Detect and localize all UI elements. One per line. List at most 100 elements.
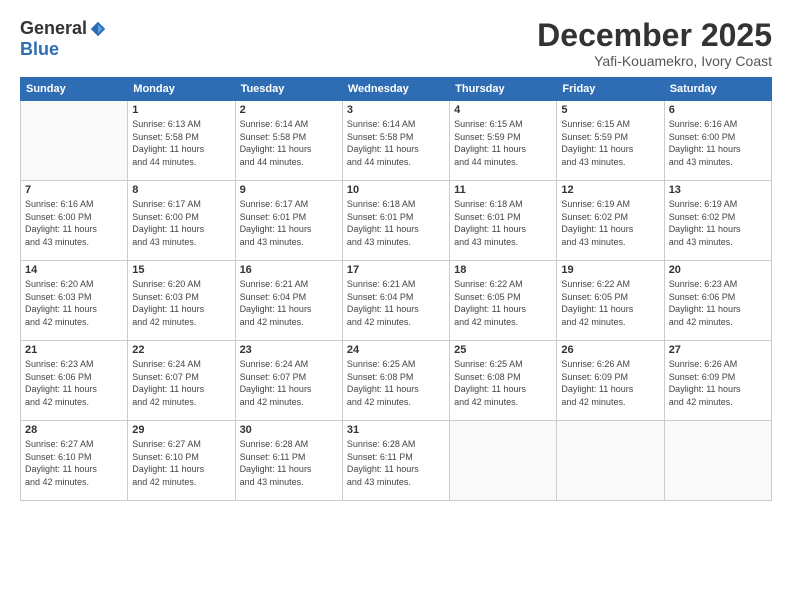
day-number: 19 (561, 264, 659, 276)
calendar-cell: 22 Sunrise: 6:24 AMSunset: 6:07 PMDayligh… (128, 341, 235, 421)
calendar-table: SundayMondayTuesdayWednesdayThursdayFrid… (20, 77, 772, 501)
calendar-cell: 28 Sunrise: 6:27 AMSunset: 6:10 PMDayligh… (21, 421, 128, 501)
day-info: Sunrise: 6:26 AMSunset: 6:09 PMDaylight:… (669, 358, 767, 408)
day-info: Sunrise: 6:25 AMSunset: 6:08 PMDaylight:… (454, 358, 552, 408)
title-block: December 2025 Yafi-Kouamekro, Ivory Coas… (537, 18, 772, 69)
day-number: 28 (25, 424, 123, 436)
day-number: 29 (132, 424, 230, 436)
logo-blue: Blue (20, 39, 59, 60)
day-info: Sunrise: 6:20 AMSunset: 6:03 PMDaylight:… (132, 278, 230, 328)
day-info: Sunrise: 6:22 AMSunset: 6:05 PMDaylight:… (454, 278, 552, 328)
calendar-cell: 5Sunrise: 6:15 AMSunset: 5:59 PMDaylight… (557, 101, 664, 181)
day-number: 3 (347, 104, 445, 116)
day-number: 8 (132, 184, 230, 196)
day-info: Sunrise: 6:27 AMSunset: 6:10 PMDaylight:… (25, 438, 123, 488)
day-info: Sunrise: 6:16 AMSunset: 6:00 PMDaylight:… (669, 118, 767, 168)
day-info: Sunrise: 6:16 AMSunset: 6:00 PMDaylight:… (25, 198, 123, 248)
calendar-week-row: 21 Sunrise: 6:23 AMSunset: 6:06 PMDayligh… (21, 341, 772, 421)
calendar-cell: 24 Sunrise: 6:25 AMSunset: 6:08 PMDayligh… (342, 341, 449, 421)
day-info: Sunrise: 6:23 AMSunset: 6:06 PMDaylight:… (669, 278, 767, 328)
day-info: Sunrise: 6:14 AMSunset: 5:58 PMDaylight:… (240, 118, 338, 168)
day-info: Sunrise: 6:23 AMSunset: 6:06 PMDaylight:… (25, 358, 123, 408)
calendar-cell: 10 Sunrise: 6:18 AMSunset: 6:01 PMDayligh… (342, 181, 449, 261)
calendar-cell: 12 Sunrise: 6:19 AMSunset: 6:02 PMDayligh… (557, 181, 664, 261)
day-info: Sunrise: 6:25 AMSunset: 6:08 PMDaylight:… (347, 358, 445, 408)
calendar-cell: 6 Sunrise: 6:16 AMSunset: 6:00 PMDaylight… (664, 101, 771, 181)
day-info: Sunrise: 6:19 AMSunset: 6:02 PMDaylight:… (561, 198, 659, 248)
calendar-cell: 21 Sunrise: 6:23 AMSunset: 6:06 PMDayligh… (21, 341, 128, 421)
weekday-header: Thursday (450, 78, 557, 101)
day-info: Sunrise: 6:17 AMSunset: 6:00 PMDaylight:… (132, 198, 230, 248)
logo-general: General (20, 18, 87, 39)
day-number: 16 (240, 264, 338, 276)
day-number: 21 (25, 344, 123, 356)
day-number: 18 (454, 264, 552, 276)
calendar-cell: 26 Sunrise: 6:26 AMSunset: 6:09 PMDayligh… (557, 341, 664, 421)
calendar-cell: 13 Sunrise: 6:19 AMSunset: 6:02 PMDayligh… (664, 181, 771, 261)
day-number: 27 (669, 344, 767, 356)
day-number: 24 (347, 344, 445, 356)
weekday-header: Wednesday (342, 78, 449, 101)
calendar-header-row: SundayMondayTuesdayWednesdayThursdayFrid… (21, 78, 772, 101)
day-number: 9 (240, 184, 338, 196)
day-number: 15 (132, 264, 230, 276)
calendar-cell: 27 Sunrise: 6:26 AMSunset: 6:09 PMDayligh… (664, 341, 771, 421)
day-info: Sunrise: 6:21 AMSunset: 6:04 PMDaylight:… (347, 278, 445, 328)
month-title: December 2025 (537, 18, 772, 53)
calendar-cell: 31 Sunrise: 6:28 AMSunset: 6:11 PMDayligh… (342, 421, 449, 501)
day-number: 4 (454, 104, 552, 116)
calendar-cell: 23 Sunrise: 6:24 AMSunset: 6:07 PMDayligh… (235, 341, 342, 421)
day-info: Sunrise: 6:21 AMSunset: 6:04 PMDaylight:… (240, 278, 338, 328)
day-info: Sunrise: 6:28 AMSunset: 6:11 PMDaylight:… (347, 438, 445, 488)
day-info: Sunrise: 6:24 AMSunset: 6:07 PMDaylight:… (240, 358, 338, 408)
day-number: 12 (561, 184, 659, 196)
calendar-cell: 11Sunrise: 6:18 AMSunset: 6:01 PMDayligh… (450, 181, 557, 261)
day-info: Sunrise: 6:19 AMSunset: 6:02 PMDaylight:… (669, 198, 767, 248)
calendar-cell: 8 Sunrise: 6:17 AMSunset: 6:00 PMDaylight… (128, 181, 235, 261)
calendar-cell: 18 Sunrise: 6:22 AMSunset: 6:05 PMDayligh… (450, 261, 557, 341)
calendar-cell: 9 Sunrise: 6:17 AMSunset: 6:01 PMDaylight… (235, 181, 342, 261)
day-number: 6 (669, 104, 767, 116)
day-number: 10 (347, 184, 445, 196)
calendar-cell: 29 Sunrise: 6:27 AMSunset: 6:10 PMDayligh… (128, 421, 235, 501)
day-number: 31 (347, 424, 445, 436)
weekday-header: Sunday (21, 78, 128, 101)
calendar-cell (664, 421, 771, 501)
day-info: Sunrise: 6:17 AMSunset: 6:01 PMDaylight:… (240, 198, 338, 248)
day-info: Sunrise: 6:22 AMSunset: 6:05 PMDaylight:… (561, 278, 659, 328)
day-info: Sunrise: 6:27 AMSunset: 6:10 PMDaylight:… (132, 438, 230, 488)
day-info: Sunrise: 6:28 AMSunset: 6:11 PMDaylight:… (240, 438, 338, 488)
calendar-cell (450, 421, 557, 501)
day-info: Sunrise: 6:18 AMSunset: 6:01 PMDaylight:… (347, 198, 445, 248)
calendar-cell: 19 Sunrise: 6:22 AMSunset: 6:05 PMDayligh… (557, 261, 664, 341)
calendar-cell: 16 Sunrise: 6:21 AMSunset: 6:04 PMDayligh… (235, 261, 342, 341)
day-number: 22 (132, 344, 230, 356)
day-info: Sunrise: 6:26 AMSunset: 6:09 PMDaylight:… (561, 358, 659, 408)
calendar-cell: 7Sunrise: 6:16 AMSunset: 6:00 PMDaylight… (21, 181, 128, 261)
calendar-cell: 30Sunrise: 6:28 AMSunset: 6:11 PMDayligh… (235, 421, 342, 501)
day-number: 13 (669, 184, 767, 196)
weekday-header: Saturday (664, 78, 771, 101)
calendar-cell: 14 Sunrise: 6:20 AMSunset: 6:03 PMDayligh… (21, 261, 128, 341)
calendar-cell: 3Sunrise: 6:14 AMSunset: 5:58 PMDaylight… (342, 101, 449, 181)
day-number: 20 (669, 264, 767, 276)
calendar-cell: 20 Sunrise: 6:23 AMSunset: 6:06 PMDayligh… (664, 261, 771, 341)
day-number: 14 (25, 264, 123, 276)
calendar-week-row: 14 Sunrise: 6:20 AMSunset: 6:03 PMDayligh… (21, 261, 772, 341)
day-info: Sunrise: 6:15 AMSunset: 5:59 PMDaylight:… (561, 118, 659, 168)
calendar-cell: 17Sunrise: 6:21 AMSunset: 6:04 PMDayligh… (342, 261, 449, 341)
calendar-cell: 4Sunrise: 6:15 AMSunset: 5:59 PMDaylight… (450, 101, 557, 181)
day-number: 26 (561, 344, 659, 356)
weekday-header: Tuesday (235, 78, 342, 101)
day-info: Sunrise: 6:24 AMSunset: 6:07 PMDaylight:… (132, 358, 230, 408)
day-info: Sunrise: 6:18 AMSunset: 6:01 PMDaylight:… (454, 198, 552, 248)
logo-text: General (20, 18, 107, 39)
calendar-cell: 15 Sunrise: 6:20 AMSunset: 6:03 PMDayligh… (128, 261, 235, 341)
day-number: 2 (240, 104, 338, 116)
calendar-cell: 2 Sunrise: 6:14 AMSunset: 5:58 PMDaylight… (235, 101, 342, 181)
logo: General Blue (20, 18, 107, 60)
day-number: 23 (240, 344, 338, 356)
day-info: Sunrise: 6:20 AMSunset: 6:03 PMDaylight:… (25, 278, 123, 328)
calendar-cell: 25 Sunrise: 6:25 AMSunset: 6:08 PMDayligh… (450, 341, 557, 421)
day-number: 25 (454, 344, 552, 356)
